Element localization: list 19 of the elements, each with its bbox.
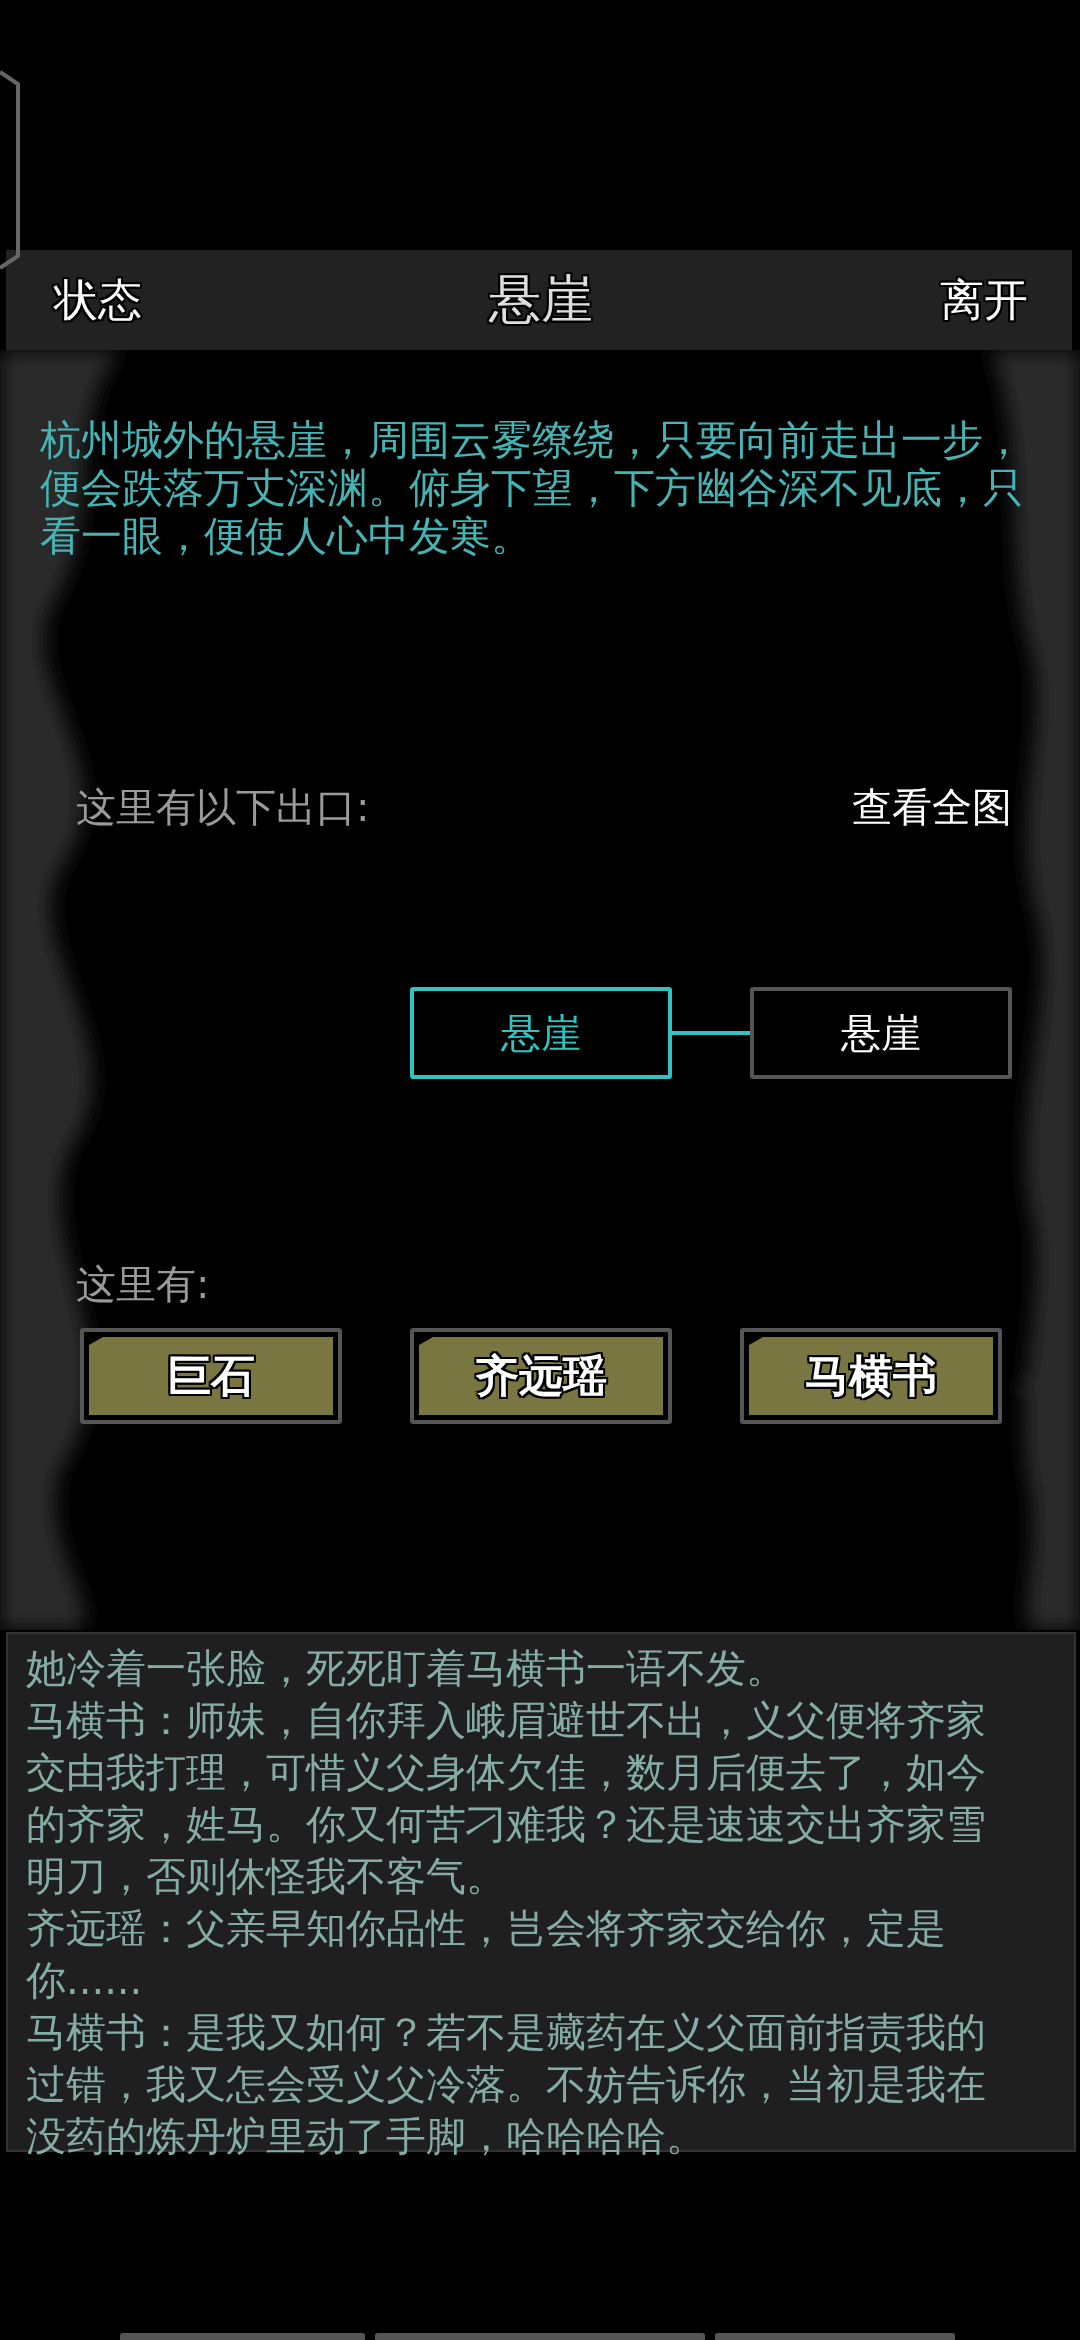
map-node[interactable]: 悬崖 xyxy=(410,987,672,1079)
entity-button[interactable]: 马横书 xyxy=(740,1328,1002,1424)
log-message: 马横书：是我又如何？若不是藏药在义父面前指责我的过错，我又怎会受义父冷落。不妨告诉你，当初是我在没药的炼丹炉里动了手脚，哈哈哈哈。 xyxy=(26,2008,987,2161)
location-title: 悬崖 xyxy=(489,268,593,331)
leave-button[interactable]: 离开 xyxy=(940,270,1028,330)
log-message: 齐远瑶：父亲早知你品性，岂会将齐家交给你，定是你...... xyxy=(26,1904,947,2005)
entity-button[interactable]: 巨石 xyxy=(80,1328,342,1424)
exits-label: 这里有以下出口: xyxy=(76,783,370,832)
full-map-link[interactable]: 查看全图 xyxy=(852,780,1012,835)
log-message: 她冷着一张脸，死死盯着马横书一语不发。 xyxy=(26,1644,787,1693)
map-node[interactable]: 悬崖 xyxy=(750,987,1012,1079)
status-button[interactable]: 状态 xyxy=(54,270,142,330)
bottom-tab[interactable] xyxy=(375,2333,705,2340)
bottom-tab[interactable] xyxy=(120,2333,365,2340)
entity-button[interactable]: 齐远瑶 xyxy=(410,1328,672,1424)
bottom-tab[interactable] xyxy=(715,2333,955,2340)
log-message: 马横书：师妹，自你拜入峨眉避世不出，义父便将齐家交由我打理，可惜义父身体欠佳，数月后便去了，如今的齐家，姓马。你又何苦刁难我？还是速速交出齐家雪明刀，否则休怪我不客气。 xyxy=(26,1696,987,1901)
present-label: 这里有: xyxy=(76,1260,211,1309)
location-description: 杭州城外的悬崖，周围云雾缭绕，只要向前走出一步，便会跌落万丈深渊。俯身下望，下方幽谷深不见底，只看一眼，便使人心中发寒。 xyxy=(40,416,1025,560)
